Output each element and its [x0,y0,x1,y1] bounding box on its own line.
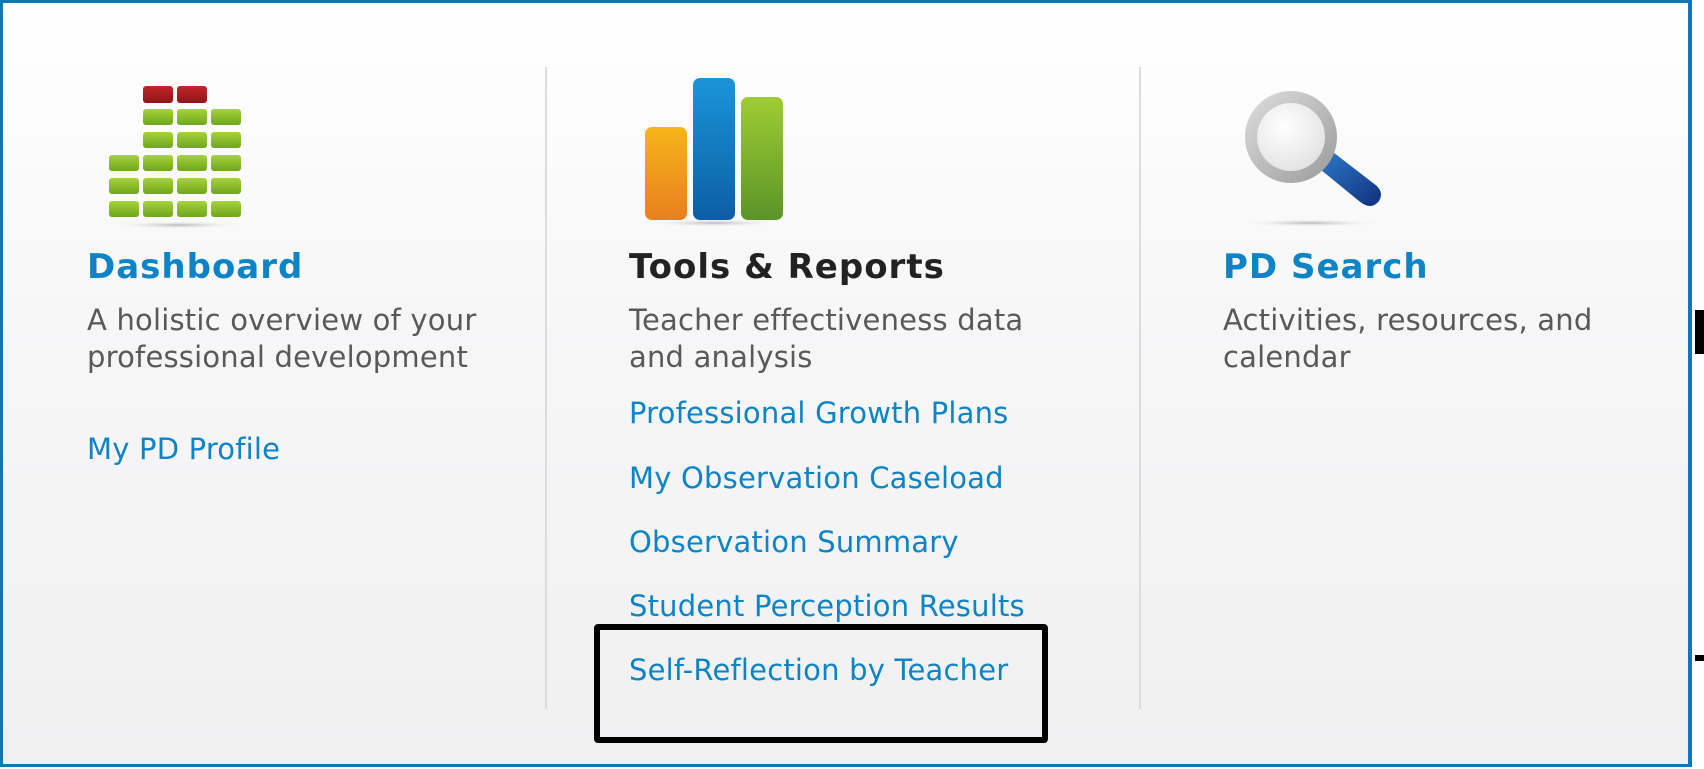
tools-reports-heading: Tools & Reports [629,247,945,287]
professional-growth-plans-link[interactable]: Professional Growth Plans [629,395,1009,431]
equalizer-bars-icon [103,81,253,229]
bar-chart-icon [639,75,789,229]
my-pd-profile-link[interactable]: My PD Profile [87,431,280,467]
my-observation-caseload-link[interactable]: My Observation Caseload [629,460,1004,496]
magnifying-glass-icon [1231,89,1391,229]
background-page-mark [1695,310,1704,354]
student-perception-results-link[interactable]: Student Perception Results [629,588,1025,624]
tools-reports-description: Teacher effectiveness data and analysis [629,303,1024,374]
pd-search-heading-link[interactable]: PD Search [1223,247,1429,287]
dashboard-heading-link[interactable]: Dashboard [87,247,303,287]
column-divider [1139,67,1141,709]
mega-menu-panel: Dashboard A holistic overview of your pr… [0,0,1692,767]
background-page-edge [1692,0,1704,769]
background-page-mark [1695,655,1704,661]
dashboard-description: A holistic overview of your professional… [87,303,477,374]
highlight-box [594,624,1048,743]
observation-summary-link[interactable]: Observation Summary [629,524,959,560]
pd-search-description: Activities, resources, and calendar [1223,303,1593,374]
column-divider [545,67,547,709]
